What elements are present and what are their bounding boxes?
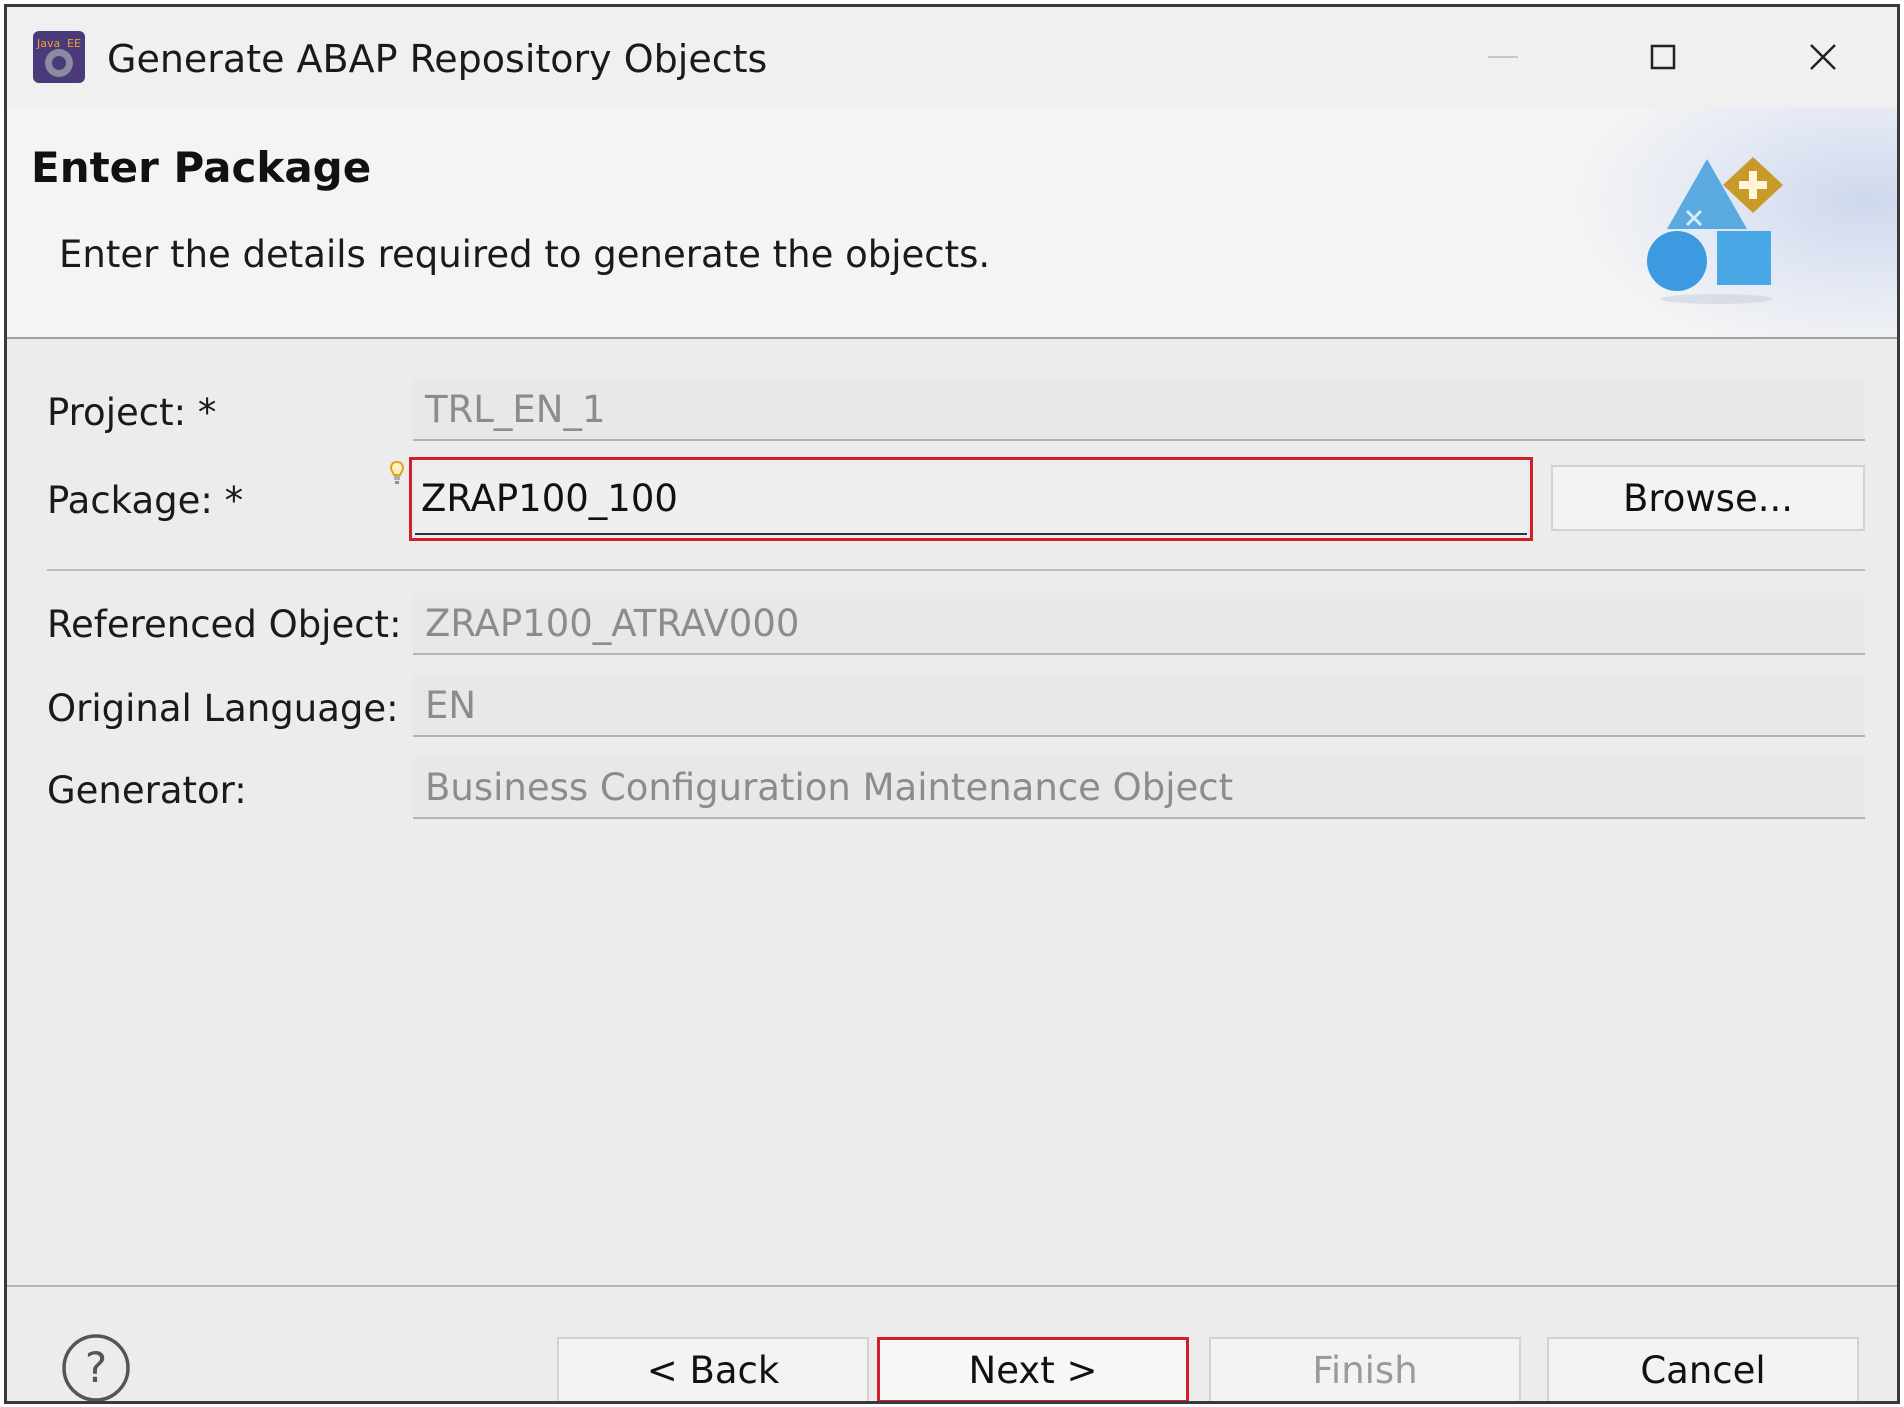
- title-bar: Java EE Generate ABAP Repository Objects: [7, 7, 1897, 107]
- project-label: Project: *: [47, 391, 217, 434]
- maximize-button[interactable]: [1633, 29, 1693, 85]
- package-input-highlight: [409, 457, 1533, 541]
- original-language-label: Original Language:: [47, 687, 399, 730]
- package-label: Package: *: [47, 479, 244, 522]
- finish-button[interactable]: Finish: [1209, 1337, 1521, 1401]
- minimize-icon: [1488, 56, 1518, 58]
- form-separator: [47, 569, 1865, 571]
- cancel-button[interactable]: Cancel: [1547, 1337, 1859, 1401]
- close-icon: [1810, 44, 1836, 70]
- original-language-field: EN: [413, 675, 1865, 737]
- footer-separator: [7, 1285, 1897, 1287]
- minimize-button[interactable]: [1473, 29, 1533, 85]
- wizard-header: Enter Package Enter the details required…: [7, 107, 1897, 339]
- package-input[interactable]: [415, 463, 1527, 535]
- next-button[interactable]: Next >: [877, 1337, 1189, 1401]
- page-title: Enter Package: [31, 143, 372, 192]
- generator-field: Business Configuration Maintenance Objec…: [413, 757, 1865, 819]
- referenced-object-label: Referenced Object:: [47, 603, 402, 646]
- browse-button[interactable]: Browse...: [1551, 465, 1865, 531]
- referenced-object-field: ZRAP100_ATRAV000: [413, 593, 1865, 655]
- generate-objects-dialog: Java EE Generate ABAP Repository Objects…: [4, 4, 1900, 1404]
- svg-text:EE: EE: [67, 37, 81, 50]
- shapes-wizard-icon: [1647, 157, 1783, 304]
- help-icon[interactable]: ?: [61, 1333, 131, 1403]
- java-ee-ide-app-icon: Java EE: [33, 31, 85, 83]
- maximize-icon: [1650, 44, 1676, 70]
- project-field: TRL_EN_1: [413, 379, 1865, 441]
- back-button[interactable]: < Back: [557, 1337, 869, 1401]
- lightbulb-hint-icon: [390, 460, 404, 484]
- window-title: Generate ABAP Repository Objects: [107, 37, 768, 81]
- close-button[interactable]: [1793, 29, 1853, 85]
- svg-text:?: ?: [85, 1343, 107, 1392]
- page-description: Enter the details required to generate t…: [59, 233, 991, 276]
- generator-label: Generator:: [47, 769, 247, 812]
- svg-text:Java: Java: [36, 37, 60, 50]
